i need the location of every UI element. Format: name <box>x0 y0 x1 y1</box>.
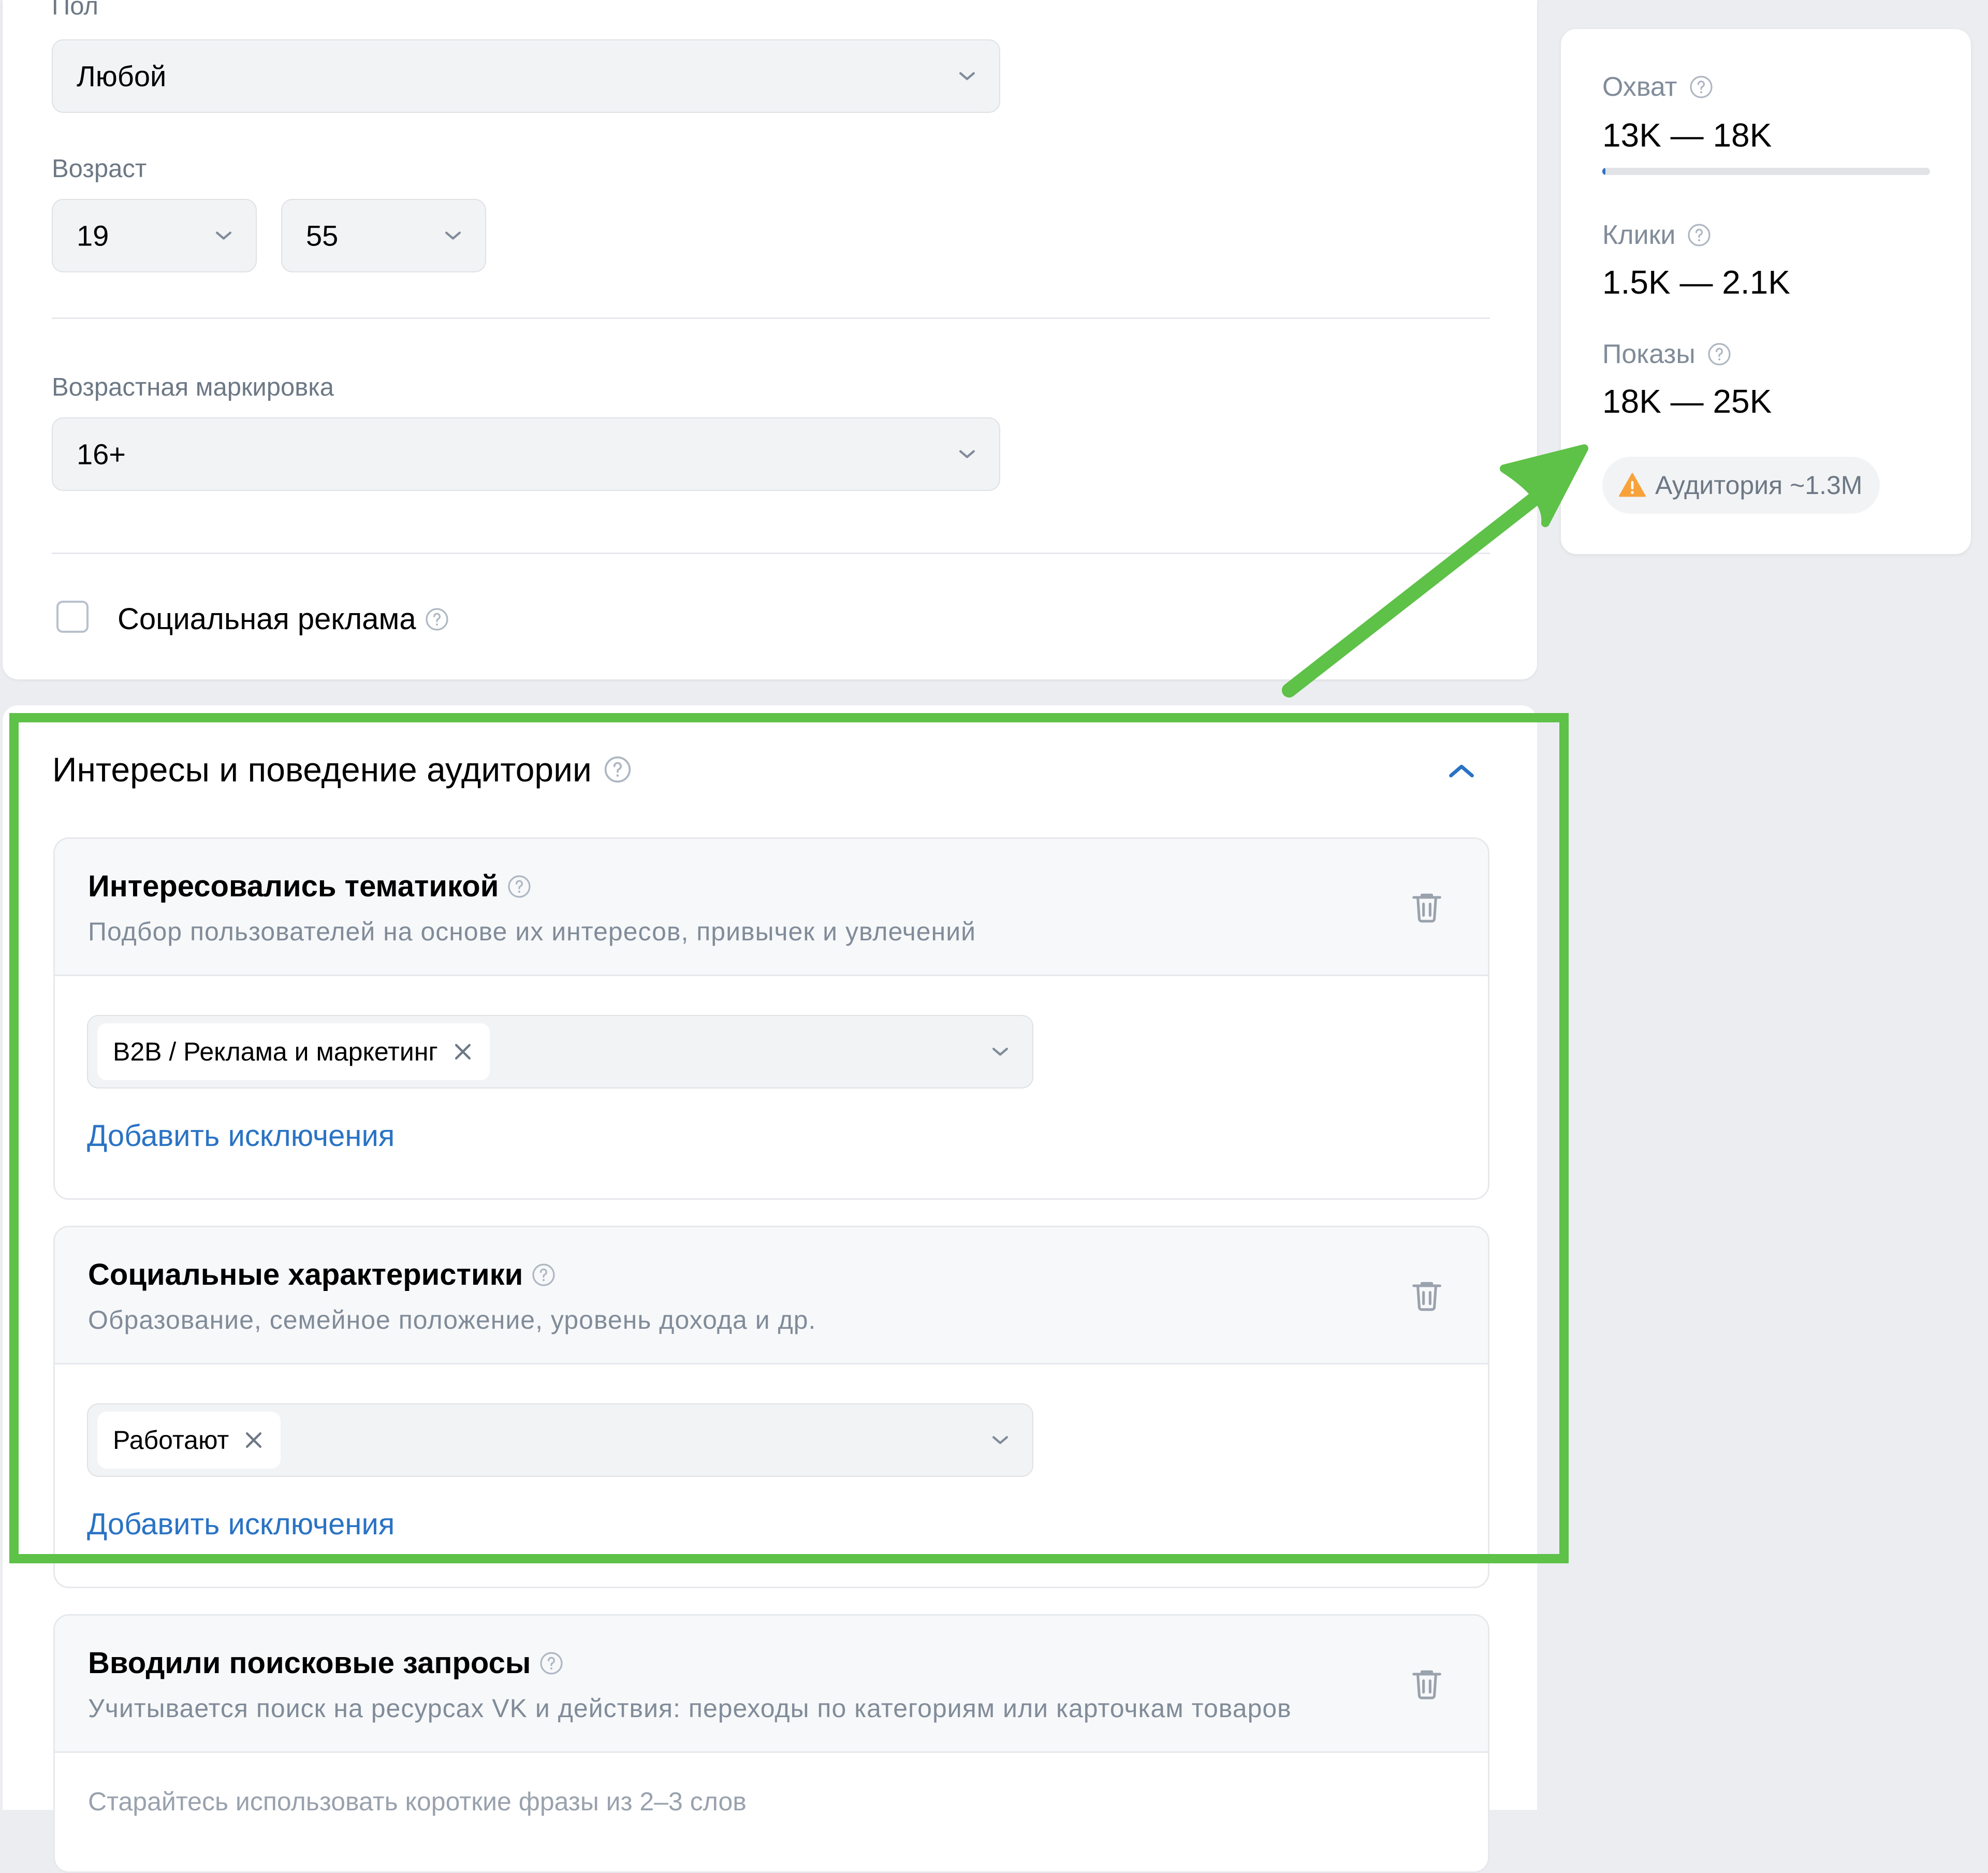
question-circle-icon[interactable] <box>425 607 449 632</box>
reach-progress-fill <box>1602 168 1606 175</box>
impressions-value: 18K — 25K <box>1602 383 1772 420</box>
question-circle-icon[interactable] <box>539 1651 564 1676</box>
targeting-card: Пол Любой Возраст 19 55 Возрастная марки… <box>3 0 1537 679</box>
trash-icon[interactable] <box>1407 1664 1446 1704</box>
question-circle-icon[interactable] <box>1687 223 1712 248</box>
divider <box>52 317 1490 319</box>
question-circle-icon[interactable] <box>1689 75 1714 99</box>
clicks-value: 1.5K — 2.1K <box>1602 264 1790 301</box>
impressions-label: Показы <box>1602 339 1695 369</box>
age-marking-label: Возрастная маркировка <box>52 373 334 401</box>
age-to-select[interactable]: 55 <box>281 199 486 272</box>
social-ad-checkbox[interactable] <box>56 601 89 633</box>
highlight-box <box>9 713 1569 1563</box>
reach-progress-bar <box>1602 168 1930 175</box>
audience-badge[interactable]: Аудитория ~1.3M <box>1602 457 1880 514</box>
age-marking-select[interactable]: 16+ <box>52 417 1000 491</box>
age-to-value: 55 <box>306 219 339 252</box>
impressions-label-row: Показы <box>1602 339 1732 370</box>
age-label: Возраст <box>52 155 147 183</box>
question-circle-icon[interactable] <box>1707 342 1732 367</box>
search-queries-block: Вводили поисковые запросы Учитывается по… <box>53 1614 1489 1873</box>
search-hint: Старайтесь использовать короткие фразы и… <box>88 1787 747 1816</box>
age-from-select[interactable]: 19 <box>52 199 257 272</box>
gender-label: Пол <box>52 0 98 20</box>
block-title: Вводили поисковые запросы <box>88 1646 531 1680</box>
chevron-down-icon <box>442 224 464 247</box>
social-ad-row: Социальная реклама <box>118 602 449 636</box>
divider <box>52 553 1490 554</box>
audience-badge-label: Аудитория ~1.3M <box>1655 471 1863 500</box>
chevron-down-icon <box>956 65 978 88</box>
forecast-card: Охват 13K — 18K Клики 1.5K — 2.1K Показы… <box>1561 29 1971 554</box>
reach-label-row: Охват <box>1602 71 1714 103</box>
reach-label: Охват <box>1602 72 1677 102</box>
chevron-down-icon <box>212 224 235 247</box>
reach-value: 13K — 18K <box>1602 117 1772 154</box>
gender-value: Любой <box>77 60 167 93</box>
block-title-row: Вводили поисковые запросы <box>88 1646 564 1680</box>
clicks-label-row: Клики <box>1602 220 1712 251</box>
chevron-down-icon <box>956 443 978 466</box>
age-from-value: 19 <box>77 219 109 252</box>
block-header: Вводили поисковые запросы Учитывается по… <box>55 1616 1488 1753</box>
social-ad-label: Социальная реклама <box>118 602 416 636</box>
gender-select[interactable]: Любой <box>52 39 1000 113</box>
age-marking-value: 16+ <box>77 438 126 471</box>
clicks-label: Клики <box>1602 220 1676 250</box>
warning-triangle-icon <box>1618 471 1647 500</box>
block-description: Учитывается поиск на ресурсах VK и дейст… <box>88 1694 1292 1723</box>
